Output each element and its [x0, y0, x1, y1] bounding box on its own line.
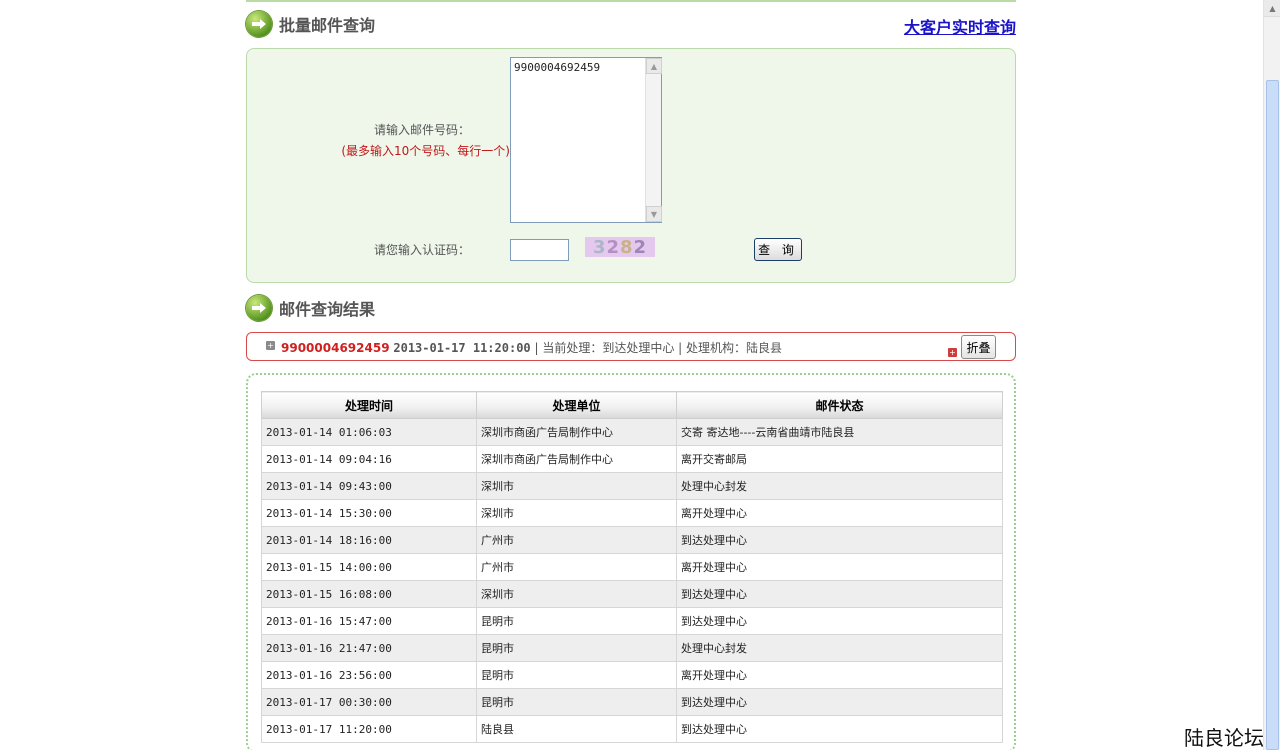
column-header-unit: 处理单位	[476, 391, 677, 419]
expand-icon[interactable]: +	[266, 341, 275, 350]
cell-unit: 深圳市	[476, 499, 677, 527]
verify-code-input[interactable]	[510, 239, 569, 261]
captcha-char: 8	[620, 236, 634, 258]
table-row: 2013-01-15 16:08:00 深圳市 到达处理中心	[261, 580, 1003, 608]
cell-status: 到达处理中心	[676, 580, 1003, 608]
cell-time: 2013-01-15 14:00:00	[261, 553, 477, 581]
cell-status: 离开处理中心	[676, 661, 1003, 689]
column-header-status: 邮件状态	[676, 391, 1003, 419]
query-form: 请输入邮件号码： (最多输入10个号码、每行一个) ▲ ▼ 请您输入认证码： 3…	[246, 48, 1016, 283]
scroll-up-icon[interactable]: ▲	[646, 58, 662, 74]
table-row: 2013-01-14 18:16:00 广州市 到达处理中心	[261, 526, 1003, 554]
cell-time: 2013-01-16 23:56:00	[261, 661, 477, 689]
table-row: 2013-01-17 11:20:00 陆良县 到达处理中心	[261, 715, 1003, 743]
cell-status: 到达处理中心	[676, 526, 1003, 554]
cell-status: 到达处理中心	[676, 715, 1003, 743]
column-header-time: 处理时间	[261, 391, 477, 419]
page: 批量邮件查询 大客户实时查询 请输入邮件号码： (最多输入10个号码、每行一个)…	[246, 0, 1016, 750]
table-row: 2013-01-16 15:47:00 昆明市 到达处理中心	[261, 607, 1003, 635]
trace-table: 处理时间 处理单位 邮件状态 2013-01-14 01:06:03 深圳市商函广…	[261, 391, 1003, 743]
cell-unit: 昆明市	[476, 634, 677, 662]
cell-time: 2013-01-16 15:47:00	[261, 607, 477, 635]
page-scrollbar[interactable]: ▲	[1263, 0, 1280, 750]
captcha-image[interactable]: 3 2 8 2	[585, 236, 655, 258]
top-rule	[246, 0, 1016, 2]
scroll-down-icon[interactable]: ▼	[646, 206, 662, 222]
cell-time: 2013-01-17 00:30:00	[261, 688, 477, 716]
cell-time: 2013-01-16 21:47:00	[261, 634, 477, 662]
captcha-char: 3	[592, 236, 607, 258]
cell-status: 交寄 寄达地----云南省曲靖市陆良县	[676, 418, 1003, 446]
mail-number-textarea[interactable]	[511, 58, 645, 222]
cell-unit: 昆明市	[476, 688, 677, 716]
summary-datetime: 2013-01-17 11:20:00	[393, 341, 531, 355]
captcha-char: 2	[633, 236, 648, 258]
mail-number-label: 请输入邮件号码：	[373, 123, 470, 137]
cell-unit: 深圳市商函广告局制作中心	[476, 445, 677, 473]
cell-unit: 昆明市	[476, 607, 677, 635]
cell-status: 到达处理中心	[676, 688, 1003, 716]
cell-status: 处理中心封发	[676, 634, 1003, 662]
cell-time: 2013-01-14 15:30:00	[261, 499, 477, 527]
cell-time: 2013-01-17 11:20:00	[261, 715, 477, 743]
arrow-right-icon	[246, 295, 272, 321]
mail-summary-bar: + 9900004692459 2013-01-17 11:20:00 | 当前…	[246, 332, 1016, 361]
arrow-right-icon	[246, 11, 272, 37]
cell-time: 2013-01-15 16:08:00	[261, 580, 477, 608]
table-row: 2013-01-15 14:00:00 广州市 离开处理中心	[261, 553, 1003, 581]
cell-status: 到达处理中心	[676, 607, 1003, 635]
fold-button[interactable]: 折叠	[961, 335, 996, 359]
trace-results-box: 处理时间 处理单位 邮件状态 2013-01-14 01:06:03 深圳市商函广…	[246, 373, 1016, 750]
cell-unit: 深圳市商函广告局制作中心	[476, 418, 677, 446]
current-status: | 当前处理：到达处理中心	[534, 341, 675, 355]
summary-text: 9900004692459 2013-01-17 11:20:00 | 当前处理…	[281, 339, 782, 356]
bigclient-realtime-link[interactable]: 大客户实时查询	[904, 14, 1016, 38]
cell-unit: 昆明市	[476, 661, 677, 689]
cell-time: 2013-01-14 09:04:16	[261, 445, 477, 473]
table-row: 2013-01-14 09:43:00 深圳市 处理中心封发	[261, 472, 1003, 500]
table-row: 2013-01-16 23:56:00 昆明市 离开处理中心	[261, 661, 1003, 689]
section-title: 批量邮件查询	[279, 16, 376, 35]
cell-unit: 广州市	[476, 526, 677, 554]
textarea-scrollbar[interactable]: ▲ ▼	[645, 58, 662, 222]
site-watermark: 陆良论坛	[1184, 726, 1264, 750]
cell-time: 2013-01-14 18:16:00	[261, 526, 477, 554]
cell-time: 2013-01-14 01:06:03	[261, 418, 477, 446]
table-row: 2013-01-17 00:30:00 昆明市 到达处理中心	[261, 688, 1003, 716]
scroll-up-icon[interactable]: ▲	[1264, 0, 1280, 17]
cell-status: 离开交寄邮局	[676, 445, 1003, 473]
table-row: 2013-01-14 15:30:00 深圳市 离开处理中心	[261, 499, 1003, 527]
cell-time: 2013-01-14 09:43:00	[261, 472, 477, 500]
table-row: 2013-01-16 21:47:00 昆明市 处理中心封发	[261, 634, 1003, 662]
cell-status: 离开处理中心	[676, 553, 1003, 581]
query-button[interactable]: 查 询	[754, 238, 802, 261]
mail-number-note: (最多输入10个号码、每行一个)	[341, 144, 510, 158]
cell-status: 处理中心封发	[676, 472, 1003, 500]
cell-unit: 深圳市	[476, 580, 677, 608]
table-row: 2013-01-14 01:06:03 深圳市商函广告局制作中心 交寄 寄达地---…	[261, 418, 1003, 446]
cell-unit: 陆良县	[476, 715, 677, 743]
mail-number: 9900004692459	[281, 341, 390, 355]
verify-code-label: 请您输入认证码：	[373, 243, 470, 257]
section-title: 邮件查询结果	[279, 300, 376, 319]
results-header: 邮件查询结果	[246, 293, 375, 323]
cell-unit: 广州市	[476, 553, 677, 581]
cell-status: 离开处理中心	[676, 499, 1003, 527]
mail-number-field: ▲ ▼	[510, 57, 662, 223]
red-plus-icon[interactable]: +	[948, 348, 957, 357]
processing-org: | 处理机构：陆良县	[678, 341, 783, 355]
table-row: 2013-01-14 09:04:16 深圳市商函广告局制作中心 离开交寄邮局	[261, 445, 1003, 473]
batch-query-header: 批量邮件查询	[246, 9, 375, 39]
trace-table-body: 2013-01-14 01:06:03 深圳市商函广告局制作中心 交寄 寄达地---…	[261, 418, 1003, 743]
cell-unit: 深圳市	[476, 472, 677, 500]
captcha-char: 2	[606, 236, 620, 258]
scrollbar-thumb[interactable]	[1266, 80, 1279, 750]
